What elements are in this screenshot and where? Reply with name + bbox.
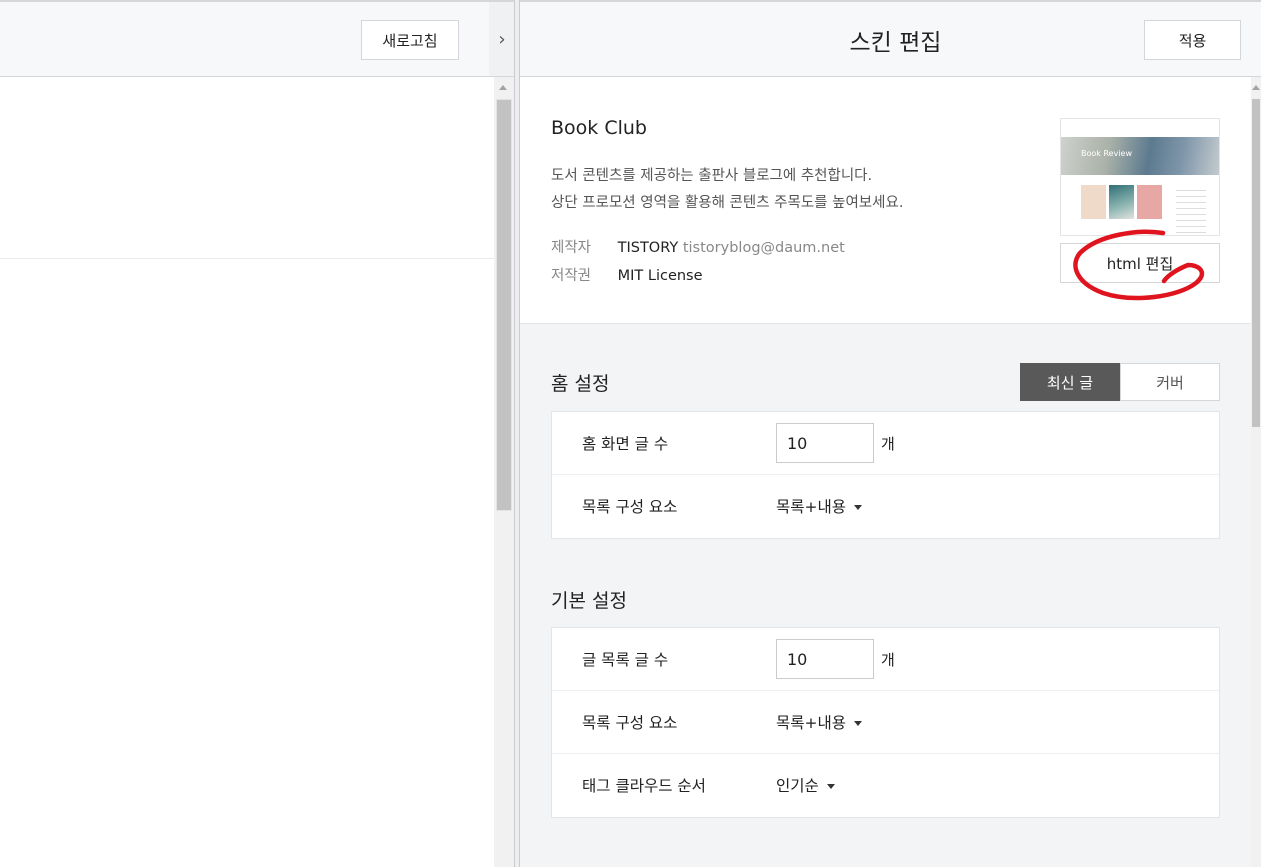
refresh-button[interactable]: 새로고침	[361, 20, 459, 60]
skin-description-line: 도서 콘텐츠를 제공하는 출판사 블로그에 추천합니다.	[551, 168, 873, 184]
skin-thumbnail: Book Review	[1060, 118, 1220, 236]
settings-row: 태그 클라우드 순서 인기순	[552, 754, 1219, 817]
editor-scrollbar[interactable]	[1251, 77, 1261, 867]
basic-settings-title: 기본 설정	[551, 590, 627, 612]
preview-divider-line	[0, 258, 494, 259]
license-value: MIT License	[617, 268, 703, 284]
tag-cloud-order-select[interactable]: 인기순	[776, 774, 835, 796]
select-value: 목록+내용	[776, 498, 847, 516]
home-settings-card: 홈 화면 글 수 10 개 목록 구성 요소 목록+내용	[551, 411, 1220, 539]
settings-row: 목록 구성 요소 목록+내용	[552, 475, 1219, 538]
settings-row: 목록 구성 요소 목록+내용	[552, 691, 1219, 754]
scroll-up-arrow-icon[interactable]	[1252, 85, 1260, 90]
unit-label: 개	[881, 651, 895, 669]
author-name: TISTORY	[617, 240, 679, 256]
select-value: 목록+내용	[776, 714, 847, 732]
preview-header: 새로고침	[0, 0, 490, 77]
list-components-label: 목록 구성 요소	[582, 714, 678, 732]
skin-editor: 새로고침 › 스킨 편집 적용 Book Club 도서 콘텐츠를 제공하는 출…	[0, 0, 1261, 867]
editor-header: 스킨 편집 적용	[520, 0, 1261, 77]
scroll-up-arrow-icon[interactable]	[499, 85, 507, 90]
home-settings-title: 홈 설정	[551, 373, 610, 395]
home-list-components-label: 목록 구성 요소	[582, 498, 678, 516]
list-post-count-label: 글 목록 글 수	[582, 651, 669, 669]
skin-description-line: 상단 프로모션 영역을 활용해 콘텐츠 주목도를 높여보세요.	[551, 195, 904, 211]
settings-row: 홈 화면 글 수 10 개	[552, 412, 1219, 475]
caret-down-icon	[826, 784, 835, 789]
home-type-toggle: 최신 글 커버	[1020, 363, 1220, 401]
preview-scrollbar[interactable]	[494, 77, 514, 867]
basic-settings-card: 글 목록 글 수 10 개 목록 구성 요소 목록+내용 태그 클라우드 순서 …	[551, 627, 1220, 818]
thumbnail-topbar	[1061, 119, 1219, 137]
scrollbar-thumb[interactable]	[1252, 99, 1260, 427]
chevron-right-icon: ›	[498, 28, 506, 50]
thumbnail-book	[1081, 185, 1106, 219]
skin-info-card: Book Club 도서 콘텐츠를 제공하는 출판사 블로그에 추천합니다. 상…	[520, 77, 1251, 324]
home-post-count-input[interactable]: 10	[776, 423, 874, 463]
list-post-count-input[interactable]: 10	[776, 639, 874, 679]
author-key: 제작자	[551, 240, 592, 256]
home-post-count-label: 홈 화면 글 수	[582, 435, 669, 453]
thumbnail-book	[1109, 185, 1134, 219]
license-key: 저작권	[551, 268, 592, 284]
toggle-cover[interactable]: 커버	[1120, 363, 1220, 401]
skin-name: Book Club	[551, 117, 647, 139]
select-value: 인기순	[776, 777, 819, 795]
list-components-select[interactable]: 목록+내용	[776, 711, 863, 733]
caret-down-icon	[854, 721, 863, 726]
author-email: tistoryblog@daum.net	[682, 240, 845, 256]
apply-button[interactable]: 적용	[1144, 20, 1241, 60]
home-list-components-select[interactable]: 목록+내용	[776, 495, 863, 517]
collapse-panel-toggle[interactable]: ›	[489, 0, 515, 77]
caret-down-icon	[854, 505, 863, 510]
author-row: 제작자 TISTORY tistoryblog@daum.net	[551, 236, 845, 257]
scrollbar-thumb[interactable]	[496, 99, 512, 511]
red-circle-annotation	[1073, 229, 1205, 301]
skin-description: 도서 콘텐츠를 제공하는 출판사 블로그에 추천합니다. 상단 프로모션 영역을…	[551, 163, 903, 217]
settings-row: 글 목록 글 수 10 개	[552, 628, 1219, 691]
preview-pane: 새로고침	[0, 0, 494, 867]
editor-pane: 스킨 편집 적용 Book Club 도서 콘텐츠를 제공하는 출판사 블로그에…	[520, 0, 1261, 867]
unit-label: 개	[881, 435, 895, 453]
thumbnail-hero: Book Review	[1061, 137, 1219, 175]
thumbnail-hero-text: Book Review	[1081, 149, 1132, 158]
thumbnail-book	[1137, 185, 1162, 219]
tag-cloud-order-label: 태그 클라우드 순서	[582, 777, 706, 795]
license-row: 저작권 MIT License	[551, 264, 703, 285]
toggle-latest-posts[interactable]: 최신 글	[1020, 363, 1120, 401]
